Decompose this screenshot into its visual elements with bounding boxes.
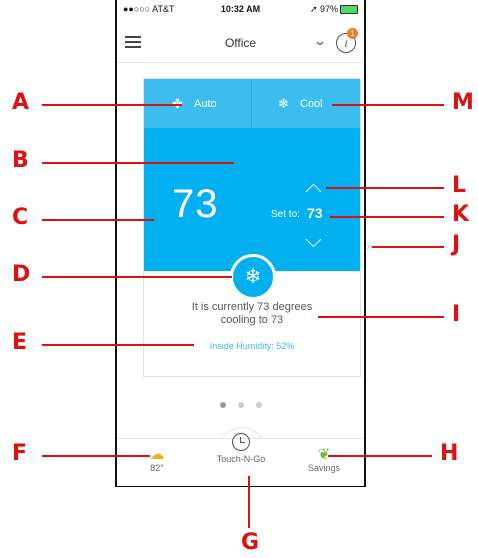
cooling-status-snowflake-icon: ❄ bbox=[230, 254, 276, 300]
battery-text: ➚ 97% bbox=[309, 4, 338, 14]
setpoint-value: 73 bbox=[307, 205, 323, 221]
temperature-panel: 73 Set to: 73 bbox=[144, 128, 360, 271]
decrease-setpoint-arrow-icon[interactable] bbox=[305, 231, 322, 248]
snowflake-icon: ❄ bbox=[278, 96, 289, 111]
callout-line-l bbox=[326, 187, 444, 189]
status-line-1: It is currently 73 degrees bbox=[191, 301, 313, 313]
top-nav-bar: Office ⌄ i 1 bbox=[117, 22, 364, 63]
page-dot[interactable] bbox=[237, 402, 244, 408]
leaf-icon: ❦ bbox=[317, 446, 331, 463]
callout-line-e bbox=[42, 344, 194, 346]
callout-line-g bbox=[248, 476, 250, 528]
status-message: It is currently 73 degrees cooling to 73 bbox=[144, 301, 360, 327]
bottom-nav-bar: ☁ 82° Touch-N-Go ❦ Savings bbox=[117, 433, 364, 486]
touch-n-go-label: Touch-N-Go bbox=[216, 454, 266, 464]
callout-letter-g: G bbox=[241, 530, 260, 555]
callout-line-k bbox=[330, 216, 444, 218]
battery-icon bbox=[340, 5, 358, 14]
callout-letter-a: A bbox=[12, 90, 30, 115]
phone-screen: ●●○○○ AT&T 10:32 AM ➚ 97% Office ⌄ i 1 ✤… bbox=[115, 0, 373, 487]
inside-humidity-link[interactable]: Inside Humidity: 52% bbox=[144, 341, 360, 351]
callout-letter-e: E bbox=[12, 330, 28, 355]
callout-line-c bbox=[42, 219, 154, 221]
savings-label: Savings bbox=[307, 463, 341, 473]
callout-letter-k: K bbox=[452, 202, 470, 227]
chevron-down-icon[interactable]: ⌄ bbox=[313, 34, 327, 48]
system-mode-label: Cool bbox=[300, 98, 323, 110]
current-temperature: 73 bbox=[172, 182, 219, 226]
callout-letter-m: M bbox=[452, 90, 474, 115]
callout-line-d bbox=[42, 276, 232, 278]
callout-letter-h: H bbox=[440, 441, 459, 466]
callout-line-h bbox=[328, 455, 432, 457]
callout-letter-f: F bbox=[12, 441, 28, 466]
weather-cloud-icon: ☁ bbox=[149, 446, 165, 463]
page-dot[interactable] bbox=[219, 402, 226, 408]
notification-badge: 1 bbox=[347, 28, 358, 39]
fan-mode-label: Auto bbox=[194, 98, 217, 110]
touch-n-go-button[interactable]: Touch-N-Go bbox=[201, 433, 281, 464]
callout-line-f bbox=[42, 455, 150, 457]
thermostat-card: ✤ Auto ❄ Cool 73 Set to: 73 ❄ It is curr… bbox=[143, 78, 361, 377]
clock-icon bbox=[232, 433, 250, 451]
callout-line-j bbox=[372, 246, 444, 248]
callout-letter-b: B bbox=[12, 148, 29, 173]
weather-temp-label: 82° bbox=[150, 463, 164, 473]
callout-letter-i: I bbox=[452, 302, 461, 327]
callout-line-a bbox=[42, 104, 182, 106]
callout-letter-l: L bbox=[452, 173, 467, 198]
callout-letter-c: C bbox=[12, 205, 29, 230]
increase-setpoint-arrow-icon[interactable] bbox=[305, 183, 322, 200]
callout-line-b bbox=[42, 162, 234, 164]
page-dot[interactable] bbox=[255, 402, 262, 408]
callout-line-m bbox=[332, 104, 444, 106]
page-indicator bbox=[117, 395, 364, 413]
status-bar: ●●○○○ AT&T 10:32 AM ➚ 97% bbox=[117, 0, 364, 18]
set-to-label: Set to: bbox=[271, 209, 300, 220]
callout-letter-j: J bbox=[452, 232, 461, 257]
callout-letter-d: D bbox=[12, 262, 31, 287]
callout-line-i bbox=[318, 316, 444, 318]
